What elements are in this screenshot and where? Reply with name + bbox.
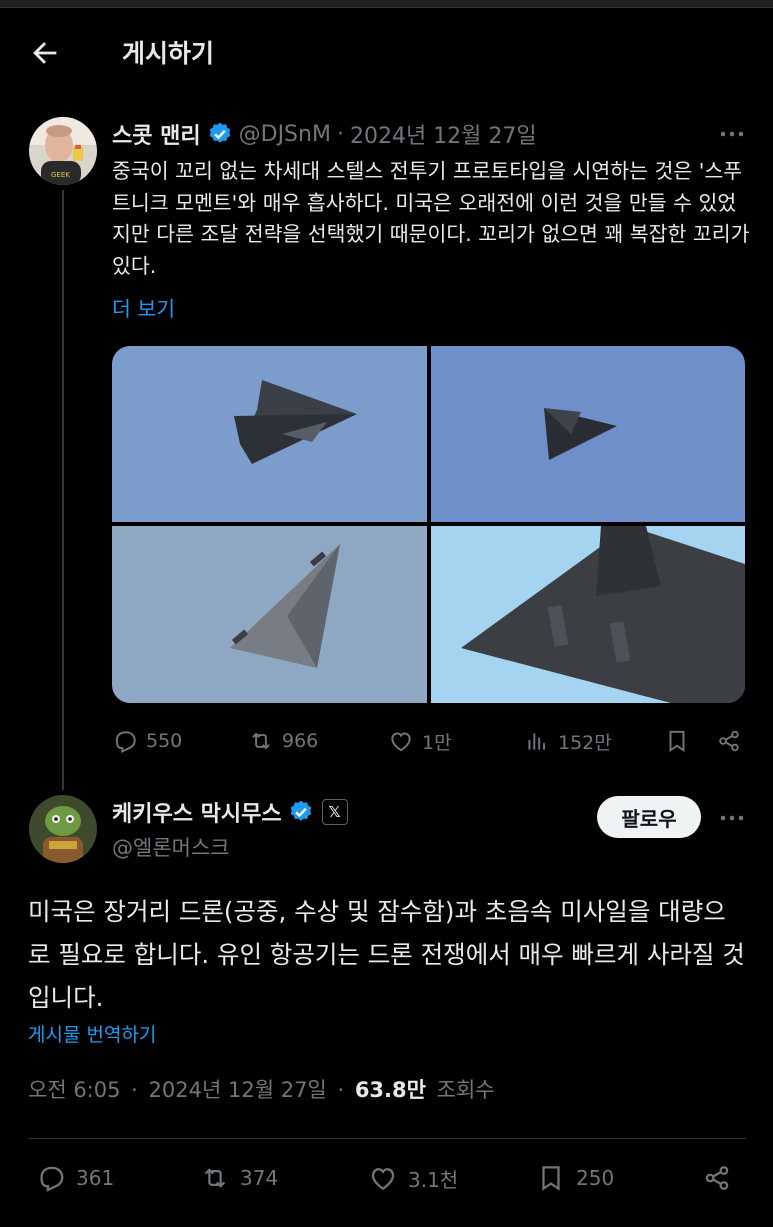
like-button[interactable]: 1만 [388,723,452,759]
tweet-date[interactable]: 2024년 12월 27일 [350,118,537,150]
like-count: 3.1천 [408,1167,459,1192]
avatar[interactable] [29,795,97,863]
main-tweet-actions: 361 374 3.1천 250 [28,1160,746,1200]
avatar-image-icon: GEEK [29,117,97,185]
bookmark-count: 250 [576,1166,615,1190]
main-tweet-text: 미국은 장거리 드론(공중, 수상 및 잠수함)과 초음속 미사일을 대량으로 … [28,897,745,1012]
media-image-4[interactable] [431,526,745,703]
share-button[interactable] [716,723,750,759]
media-grid[interactable] [112,346,745,703]
like-icon [371,1168,395,1190]
like-button[interactable]: 3.1천 [368,1160,458,1196]
like-icon [391,732,411,752]
svg-text:GEEK: GEEK [51,171,70,179]
repost-icon [252,732,270,750]
author-handle[interactable]: @DJSnM [239,122,331,147]
bookmark-icon [542,1166,560,1191]
quoted-tweet-actions: 550 966 1만 152만 [112,723,748,759]
quoted-tweet-text: 중국이 꼬리 없는 차세대 스텔스 전투기 프로토타입을 시연하는 것은 '스푸… [112,159,750,278]
header: 게시하기 [0,8,773,96]
views-count: 152만 [558,731,612,754]
reply-icon [115,731,136,753]
repost-count: 966 [282,730,319,752]
share-icon [705,1166,729,1190]
tweet-meta: 오전 6:05 · 2024년 12월 27일 · 63.8만 조회수 [28,1074,495,1104]
back-arrow-icon[interactable] [28,36,62,70]
tweet-time[interactable]: 오전 6:05 [28,1078,120,1102]
bookmark-button[interactable] [664,723,698,759]
views-label: 조회수 [436,1078,495,1102]
page-title: 게시하기 [122,39,215,68]
avatar[interactable]: GEEK [29,117,97,185]
translate-link[interactable]: 게시물 번역하기 [28,1020,156,1047]
reply-button[interactable]: 361 [36,1160,114,1196]
author-name[interactable]: 케키우스 막시무스 [112,796,282,828]
like-count: 1만 [422,731,452,754]
avatar-image-icon [29,795,97,863]
repost-button[interactable]: 374 [200,1160,278,1196]
author-name[interactable]: 스콧 맨리 [112,118,201,150]
verified-badge-icon [209,122,230,143]
views-button[interactable]: 152만 [524,723,612,759]
separator: · [131,1078,138,1102]
author-handle[interactable]: @엘론머스크 [112,832,230,862]
repost-button[interactable]: 966 [248,723,318,759]
separator: · [336,121,344,147]
reply-count: 550 [146,730,183,752]
more-icon[interactable] [716,802,748,834]
bookmark-button[interactable]: 250 [536,1160,614,1196]
x-logo-icon: 𝕏 [321,799,348,825]
tweet-date[interactable]: 2024년 12월 27일 [149,1078,327,1102]
verified-badge-icon [290,800,311,821]
share-button[interactable] [702,1160,742,1196]
media-image-2[interactable] [431,346,745,522]
bookmark-icon [669,730,685,753]
separator: · [337,1078,345,1102]
repost-icon [204,1168,226,1188]
divider [28,1138,746,1139]
show-more-link[interactable]: 더 보기 [112,292,175,322]
thread-line [62,190,64,790]
follow-button[interactable]: 팔로우 [597,796,701,838]
reply-icon [40,1166,64,1192]
views-icon [528,733,546,750]
media-image-1[interactable] [112,346,427,522]
quoted-tweet-header: 스콧 맨리 @DJSnM · 2024년 12월 27일 [112,118,537,150]
share-icon [719,730,739,752]
reply-count: 361 [76,1166,115,1190]
reply-button[interactable]: 550 [112,723,182,759]
more-icon[interactable] [716,118,748,150]
main-tweet-header: 케키우스 막시무스 𝕏 [112,796,348,828]
media-image-3[interactable] [112,526,427,703]
repost-count: 374 [240,1166,279,1190]
top-strip [0,0,773,8]
views-count: 63.8만 [354,1078,426,1102]
